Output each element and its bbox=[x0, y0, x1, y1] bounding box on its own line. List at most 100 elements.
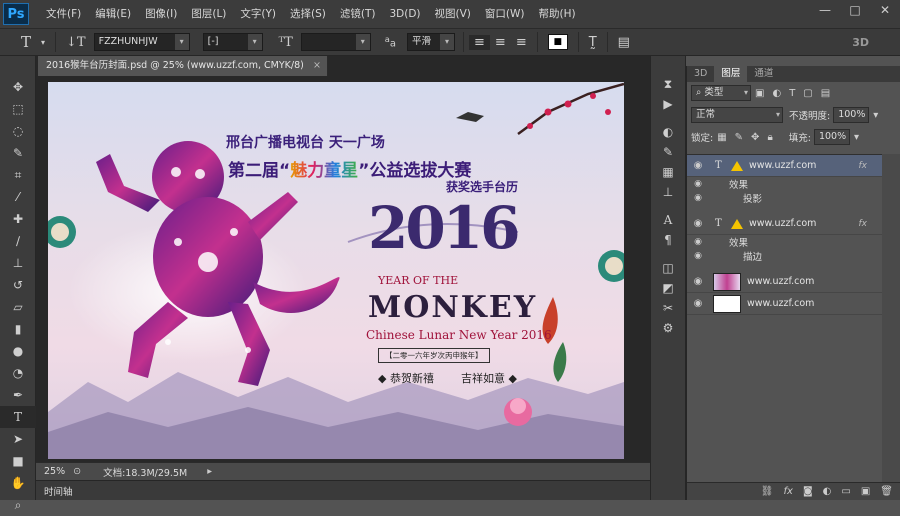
blend-mode-select[interactable]: 正常 ▾ bbox=[691, 107, 783, 123]
brush-panel-icon[interactable]: ✎ bbox=[651, 142, 685, 162]
filter-kind-select[interactable]: ⌕ 类型 ▾ bbox=[691, 85, 751, 101]
marquee-tool-icon[interactable]: ⬚ bbox=[0, 98, 36, 120]
layer-name[interactable]: www.uzzf.com bbox=[749, 218, 816, 229]
visibility-eye-icon[interactable]: ◉ bbox=[687, 251, 709, 261]
layer-comps-panel-icon[interactable]: ◫ bbox=[651, 258, 685, 278]
actions-panel-icon[interactable]: ▶ bbox=[651, 94, 685, 114]
filter-type-icon[interactable]: T bbox=[789, 88, 795, 99]
minimize-button[interactable]: — bbox=[810, 0, 840, 20]
effect-name[interactable]: 描边 bbox=[743, 249, 762, 263]
menu-type[interactable]: 文字(Y) bbox=[233, 0, 283, 28]
doc-info[interactable]: 文档:18.3M/29.5M bbox=[103, 465, 187, 479]
fx-icon[interactable]: fx bbox=[784, 486, 793, 497]
layer-row[interactable]: ◉ www.uzzf.com bbox=[687, 293, 883, 315]
text-orientation-icon[interactable]: ↓T bbox=[61, 35, 91, 50]
history-panel-icon[interactable]: ⧗ bbox=[651, 74, 685, 94]
styles-panel-icon[interactable]: ◩ bbox=[651, 278, 685, 298]
menu-filter[interactable]: 滤镜(T) bbox=[333, 0, 383, 28]
fx-icon[interactable]: fx bbox=[859, 161, 868, 171]
opacity-field[interactable]: 100% bbox=[833, 107, 870, 123]
menu-edit[interactable]: 编辑(E) bbox=[88, 0, 138, 28]
layers-scrollbar[interactable] bbox=[882, 154, 900, 482]
add-mask-icon[interactable]: ◙ bbox=[803, 486, 813, 497]
dodge-tool-icon[interactable]: ◔ bbox=[0, 362, 36, 384]
menu-image[interactable]: 图像(I) bbox=[138, 0, 184, 28]
document-tab[interactable]: 2016猴年台历封面.psd @ 25% (www.uzzf.com, CMYK… bbox=[38, 56, 328, 76]
tab-3d[interactable]: 3D bbox=[687, 66, 714, 82]
paragraph-panel-icon[interactable]: ¶ bbox=[651, 230, 685, 250]
stamp-tool-icon[interactable]: ⊥ bbox=[0, 252, 36, 274]
history-brush-tool-icon[interactable]: ↺ bbox=[0, 274, 36, 296]
visibility-eye-icon[interactable]: ◉ bbox=[687, 276, 709, 287]
swatches-panel-icon[interactable]: ▦ bbox=[651, 162, 685, 182]
lock-all-icon[interactable]: 🔒︎ bbox=[767, 132, 772, 143]
filter-smart-icon[interactable]: ▤ bbox=[821, 88, 830, 99]
visibility-eye-icon[interactable]: ◉ bbox=[687, 218, 709, 229]
adjustment-layer-icon[interactable]: ◐ bbox=[823, 486, 832, 497]
menu-select[interactable]: 选择(S) bbox=[283, 0, 333, 28]
crop-tool-icon[interactable]: ⌗ bbox=[0, 164, 36, 186]
tab-channels[interactable]: 通道 bbox=[747, 66, 780, 82]
move-tool-icon[interactable]: ✥ bbox=[0, 76, 36, 98]
paths-panel-icon[interactable]: ✂ bbox=[651, 298, 685, 318]
lock-pixels-icon[interactable]: ✎ bbox=[735, 132, 743, 143]
adjustments-panel-icon[interactable]: ◐ bbox=[651, 122, 685, 142]
font-size-field[interactable]: ▾ bbox=[300, 33, 371, 51]
antialias-select[interactable]: 平滑 ▾ bbox=[407, 33, 455, 51]
visibility-eye-icon[interactable]: ◉ bbox=[687, 193, 709, 203]
clone-source-panel-icon[interactable]: ⊥ bbox=[651, 182, 685, 202]
align-center-icon[interactable]: ≡ bbox=[490, 35, 511, 50]
menu-help[interactable]: 帮助(H) bbox=[532, 0, 583, 28]
path-select-tool-icon[interactable]: ➤ bbox=[0, 428, 36, 450]
type-tool-icon[interactable]: T bbox=[16, 33, 36, 51]
close-button[interactable]: ✕ bbox=[870, 0, 900, 20]
filter-shape-icon[interactable]: ▢ bbox=[803, 88, 812, 99]
layer-name[interactable]: www.uzzf.com bbox=[749, 160, 816, 171]
status-arrow-icon[interactable]: ▸ bbox=[207, 466, 212, 477]
visibility-eye-icon[interactable]: ◉ bbox=[687, 160, 709, 171]
dropdown-arrow-icon[interactable]: ▾ bbox=[36, 38, 50, 47]
text-color-swatch[interactable]: ■ bbox=[547, 34, 568, 50]
shape-tool-icon[interactable]: ■ bbox=[0, 450, 36, 472]
mode-3d-label[interactable]: 3D bbox=[847, 36, 874, 49]
menu-file[interactable]: 文件(F) bbox=[39, 0, 88, 28]
link-layers-icon[interactable]: ⛓ bbox=[761, 486, 774, 497]
font-family-select[interactable]: FZZHUNHJW ▾ bbox=[93, 33, 190, 51]
close-tab-icon[interactable]: × bbox=[313, 56, 321, 76]
fill-field[interactable]: 100% bbox=[813, 129, 850, 145]
menu-window[interactable]: 窗口(W) bbox=[478, 0, 532, 28]
character-panel-icon[interactable]: A bbox=[651, 210, 685, 230]
eyedropper-tool-icon[interactable]: ⁄ bbox=[0, 186, 36, 208]
maximize-button[interactable]: □ bbox=[840, 0, 870, 20]
lock-position-icon[interactable]: ✥ bbox=[751, 132, 759, 143]
align-right-icon[interactable]: ≡ bbox=[511, 35, 532, 50]
layer-row[interactable]: ◉ T www.uzzf.com fx bbox=[687, 155, 883, 177]
layer-name[interactable]: www.uzzf.com bbox=[747, 276, 814, 287]
quick-select-tool-icon[interactable]: ✎ bbox=[0, 142, 36, 164]
effect-name[interactable]: 投影 bbox=[743, 191, 762, 205]
zoom-tool-icon[interactable]: ⌕ bbox=[0, 494, 36, 516]
layer-row[interactable]: ◉ www.uzzf.com bbox=[687, 271, 883, 293]
visibility-eye-icon[interactable]: ◉ bbox=[687, 298, 709, 309]
blur-tool-icon[interactable]: ● bbox=[0, 340, 36, 362]
chevron-down-icon[interactable]: ▾ bbox=[873, 110, 878, 121]
hand-tool-icon[interactable]: ✋ bbox=[0, 472, 36, 494]
warp-text-icon[interactable]: T̰ bbox=[584, 35, 602, 50]
font-style-select[interactable]: [-] ▾ bbox=[202, 33, 263, 51]
healing-tool-icon[interactable]: ✚ bbox=[0, 208, 36, 230]
gradient-tool-icon[interactable]: ▮ bbox=[0, 318, 36, 340]
menu-view[interactable]: 视图(V) bbox=[428, 0, 478, 28]
align-left-icon[interactable]: ≡ bbox=[469, 34, 490, 50]
timeline-tab[interactable]: 时间轴 bbox=[44, 484, 73, 498]
visibility-eye-icon[interactable]: ◉ bbox=[687, 179, 709, 189]
zoom-level[interactable]: 25% bbox=[36, 466, 73, 477]
visibility-eye-icon[interactable]: ◉ bbox=[687, 237, 709, 247]
pen-tool-icon[interactable]: ✒ bbox=[0, 384, 36, 406]
canvas[interactable]: 邢台广播电视台 天一广场 第二届“魅力童星”公益选拔大赛 获奖选手台历 2016… bbox=[48, 82, 624, 459]
new-group-icon[interactable]: ▭ bbox=[841, 486, 850, 497]
lock-transparent-icon[interactable]: ▦ bbox=[717, 132, 726, 143]
filter-pixel-icon[interactable]: ▣ bbox=[755, 88, 764, 99]
properties-panel-icon[interactable]: ⚙ bbox=[651, 318, 685, 338]
layer-row[interactable]: ◉ T www.uzzf.com fx bbox=[687, 213, 883, 235]
trash-icon[interactable]: 🗑︎ bbox=[880, 486, 893, 497]
